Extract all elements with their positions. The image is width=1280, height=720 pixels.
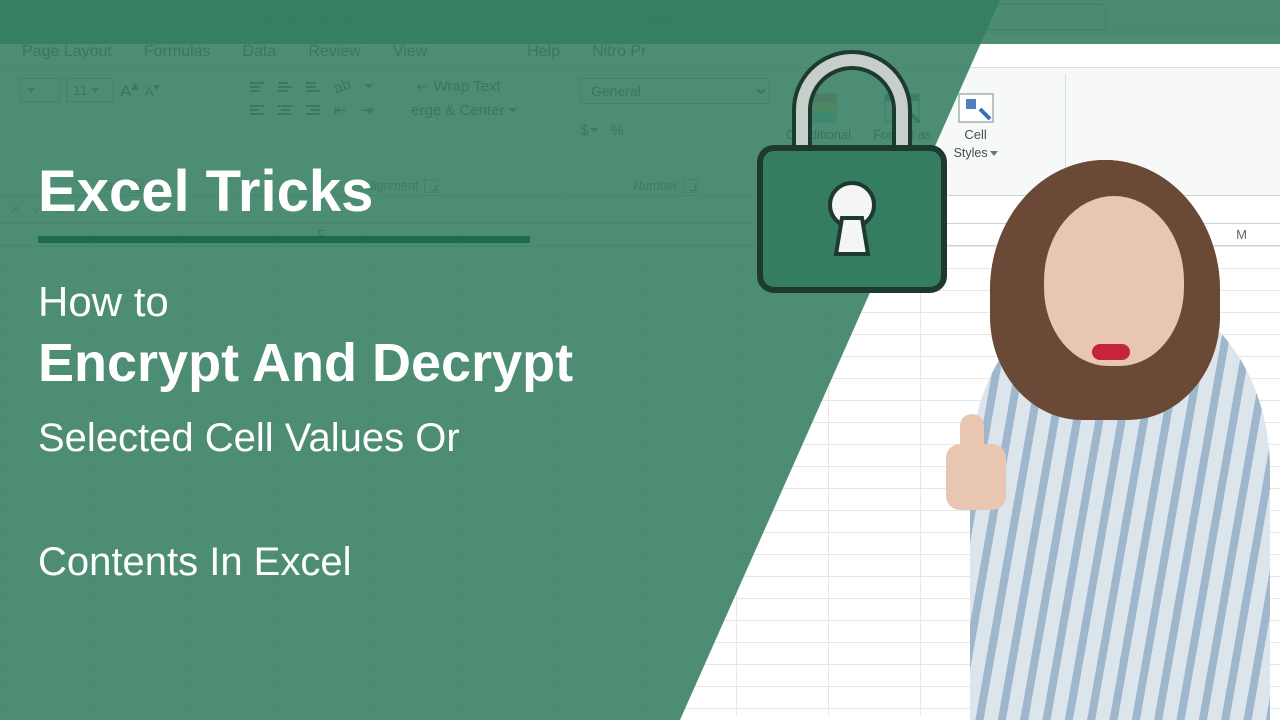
col-header[interactable] bbox=[460, 224, 552, 245]
col-header[interactable] bbox=[368, 224, 460, 245]
orientation-icon[interactable]: ab bbox=[332, 76, 353, 98]
tab-data[interactable]: Data bbox=[241, 37, 279, 67]
col-header[interactable] bbox=[0, 224, 92, 245]
col-header[interactable]: F bbox=[276, 224, 368, 245]
font-dialog-launcher[interactable] bbox=[129, 179, 143, 193]
cell-styles-icon bbox=[958, 93, 994, 123]
decrease-indent-icon[interactable]: ⇤ bbox=[334, 101, 347, 119]
col-header[interactable] bbox=[184, 224, 276, 245]
decrease-font-icon[interactable]: A▾ bbox=[144, 80, 159, 100]
align-center-icon[interactable] bbox=[278, 105, 292, 115]
ribbon-tabs: Page Layout Formulas Data Review View He… bbox=[0, 34, 1280, 68]
merge-center-button[interactable]: erge & Center bbox=[411, 102, 516, 119]
format-as-table-icon bbox=[884, 93, 920, 123]
title-bar: Book1 - Excel Search bbox=[0, 0, 1280, 34]
cancel-icon[interactable]: ✕ bbox=[10, 202, 21, 218]
group-number: General $ % Number bbox=[566, 74, 766, 195]
font-size-box[interactable]: 11 bbox=[66, 78, 114, 102]
excel-window: Book1 - Excel Search Page Layout Formula… bbox=[0, 0, 1280, 720]
align-middle-icon[interactable] bbox=[278, 82, 292, 92]
increase-font-icon[interactable]: A▴ bbox=[120, 78, 138, 102]
increase-indent-icon[interactable]: ⇥ bbox=[361, 101, 374, 119]
align-bottom-icon[interactable] bbox=[306, 82, 320, 92]
col-header[interactable] bbox=[1104, 224, 1196, 245]
search-placeholder: Search bbox=[647, 9, 691, 25]
enter-icon[interactable]: ✓ bbox=[33, 202, 44, 218]
tab-help[interactable]: Help bbox=[525, 37, 562, 67]
percent-format-button[interactable]: % bbox=[610, 122, 623, 139]
col-header[interactable]: M bbox=[1196, 224, 1280, 245]
fx-icon[interactable]: fx bbox=[56, 202, 66, 217]
alignment-dialog-launcher[interactable] bbox=[424, 179, 438, 193]
col-header[interactable] bbox=[644, 224, 736, 245]
formula-bar: ✕ ✓ fx bbox=[0, 196, 1280, 224]
col-header[interactable] bbox=[92, 224, 184, 245]
align-right-icon[interactable] bbox=[306, 105, 320, 115]
format-as-table-button[interactable]: Format as Table bbox=[867, 91, 938, 162]
align-top-icon[interactable] bbox=[250, 82, 264, 92]
column-headers: F K L M bbox=[0, 224, 1280, 246]
col-header[interactable] bbox=[920, 224, 1012, 245]
group-styles: Conditional atting Format as Table Cell … bbox=[766, 74, 1066, 195]
search-box[interactable]: Search bbox=[616, 4, 1106, 30]
spreadsheet-grid[interactable] bbox=[0, 246, 1280, 716]
number-format-select[interactable]: General bbox=[580, 78, 770, 104]
search-icon bbox=[625, 10, 639, 24]
cell-styles-button[interactable]: Cell Styles bbox=[948, 91, 1004, 162]
group-label-styles: St bbox=[910, 179, 922, 193]
group-label-font: Font bbox=[98, 179, 123, 193]
tab-page-layout[interactable]: Page Layout bbox=[20, 37, 114, 67]
group-alignment: ab ↩Wrap Text ⇤ ⇥ erge & Center Alignmen… bbox=[236, 74, 566, 195]
ribbon: 11 A▴ A▾ Font ab ↩Wrap Text bbox=[0, 68, 1280, 196]
col-header[interactable] bbox=[552, 224, 644, 245]
col-header[interactable]: L bbox=[1012, 224, 1104, 245]
col-header[interactable] bbox=[736, 224, 828, 245]
group-font: 11 A▴ A▾ Font bbox=[6, 74, 236, 195]
col-header[interactable]: K bbox=[828, 224, 920, 245]
wrap-text-button[interactable]: ↩Wrap Text bbox=[417, 78, 501, 95]
tab-view[interactable]: View bbox=[391, 37, 429, 67]
number-dialog-launcher[interactable] bbox=[684, 179, 698, 193]
document-title: Book1 - Excel bbox=[8, 9, 610, 26]
group-label-alignment: Alignment bbox=[363, 179, 419, 193]
group-label-number: Number bbox=[633, 179, 677, 193]
align-left-icon[interactable] bbox=[250, 105, 264, 115]
tab-nitro[interactable]: Nitro Pr bbox=[590, 37, 648, 67]
conditional-formatting-button[interactable]: Conditional atting bbox=[780, 91, 857, 162]
font-name-box[interactable] bbox=[20, 78, 60, 102]
tab-formulas[interactable]: Formulas bbox=[142, 37, 213, 67]
accounting-format-button[interactable]: $ bbox=[580, 122, 598, 139]
tab-review[interactable]: Review bbox=[306, 37, 362, 67]
conditional-formatting-icon bbox=[801, 93, 837, 123]
